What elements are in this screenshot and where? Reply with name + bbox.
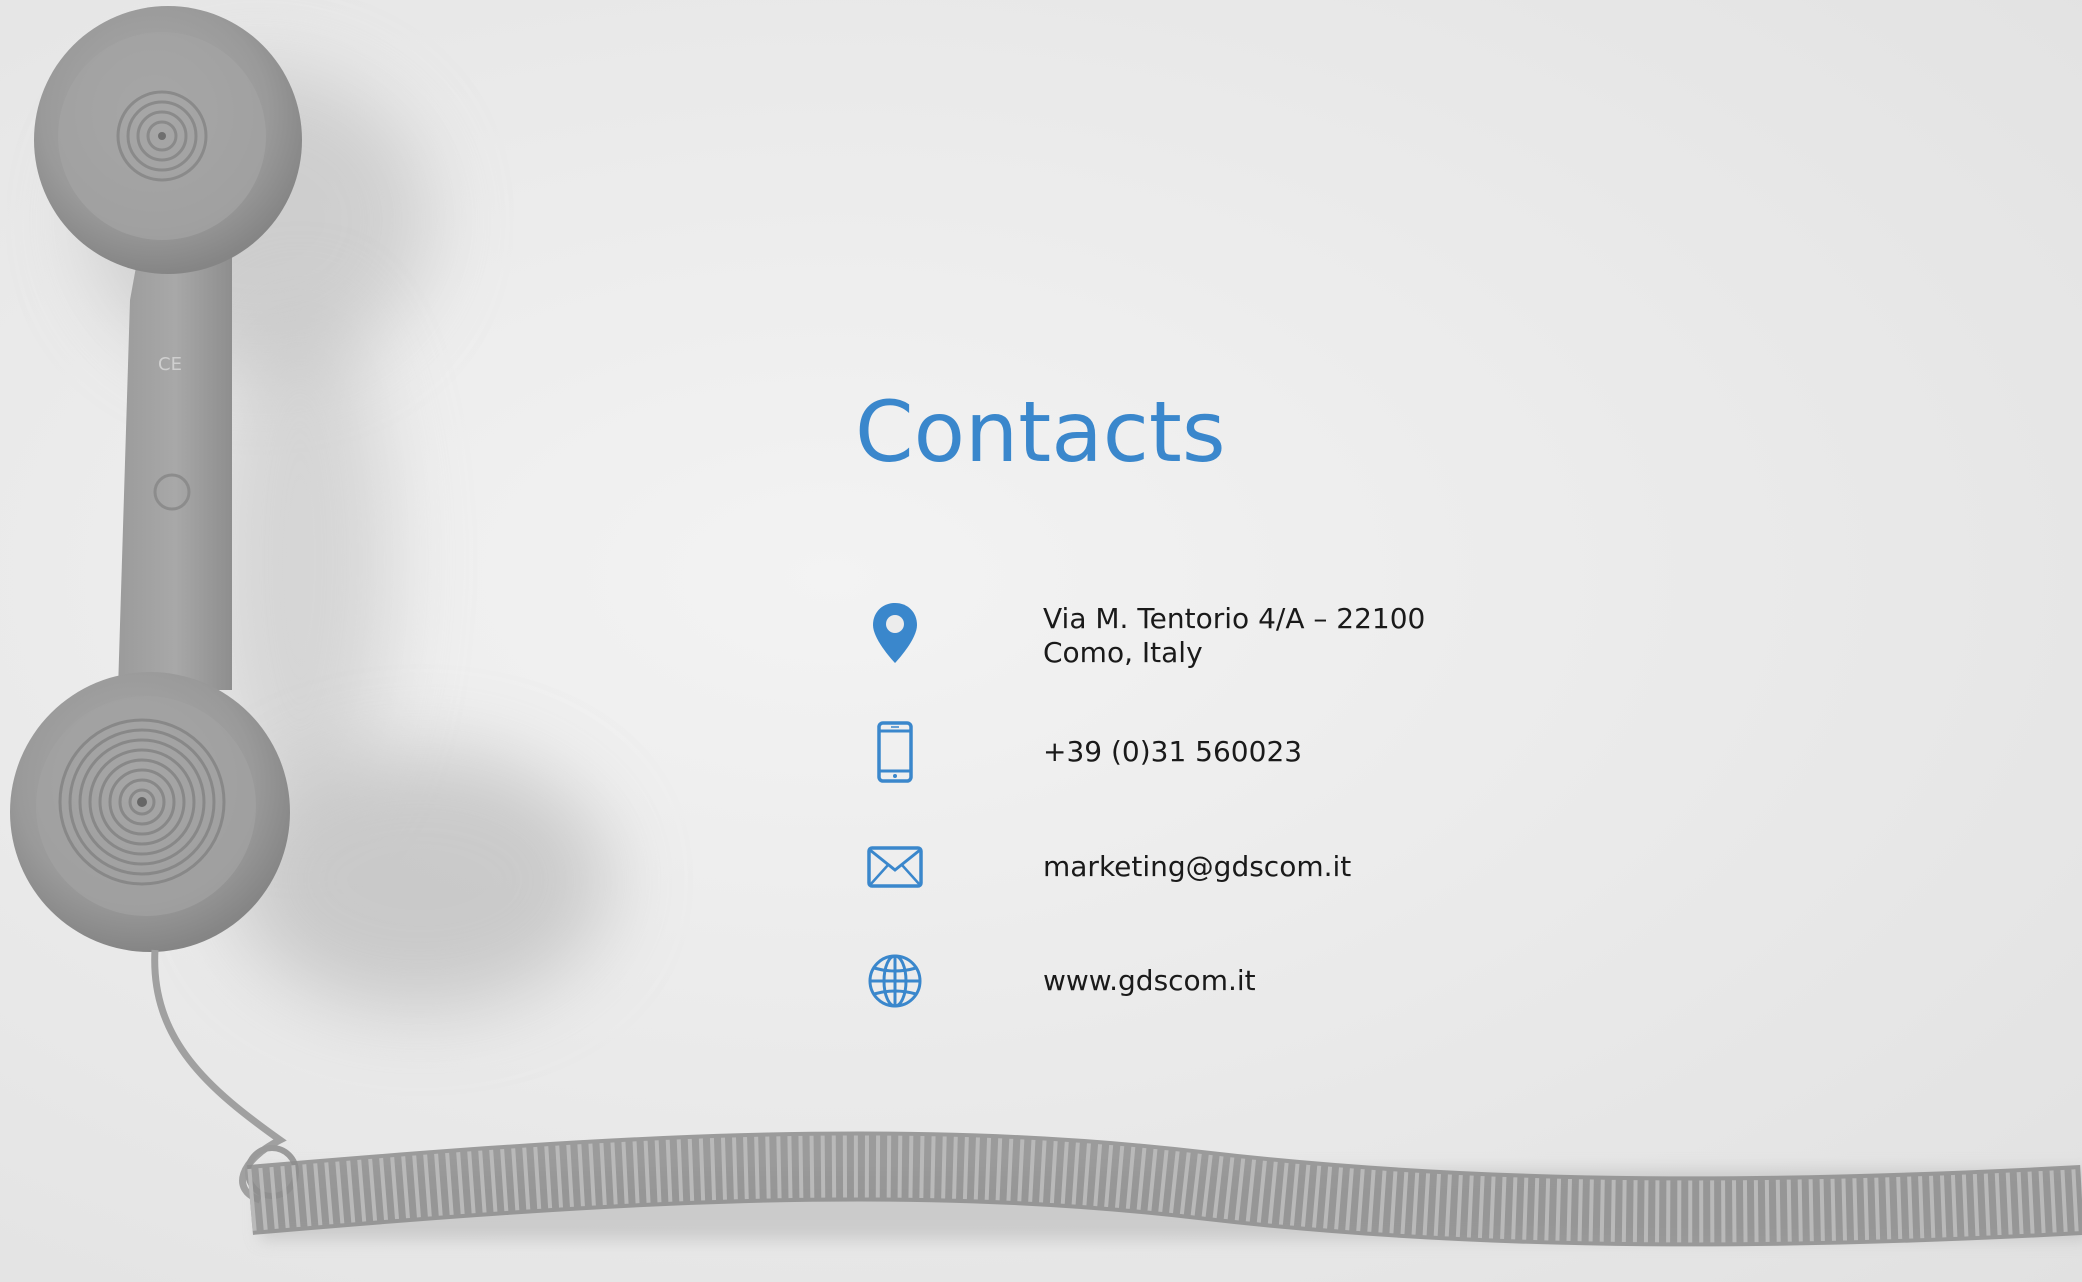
contact-phone: +39 (0)31 560023	[860, 717, 1560, 787]
location-pin-icon	[860, 598, 930, 668]
smartphone-icon	[860, 717, 930, 787]
contacts-slide: CE Contacts Via M. Tentorio 4/A – 22100 …	[0, 0, 2082, 1282]
page-title: Contacts	[855, 383, 1226, 481]
email-link[interactable]: marketing@gdscom.it	[1043, 850, 1351, 884]
website-link[interactable]: www.gdscom.it	[1043, 964, 1256, 998]
contact-email: marketing@gdscom.it	[860, 832, 1560, 902]
address-line-2: Como, Italy	[1043, 636, 1203, 669]
envelope-icon	[860, 832, 930, 902]
contact-address: Via M. Tentorio 4/A – 22100 Como, Italy	[860, 596, 1560, 670]
globe-icon	[860, 946, 930, 1016]
contact-website: www.gdscom.it	[860, 946, 1560, 1016]
address-text: Via M. Tentorio 4/A – 22100 Como, Italy	[1043, 602, 1425, 670]
address-line-1: Via M. Tentorio 4/A – 22100	[1043, 602, 1426, 635]
svg-text:CE: CE	[158, 354, 182, 375]
phone-text[interactable]: +39 (0)31 560023	[1043, 735, 1302, 769]
